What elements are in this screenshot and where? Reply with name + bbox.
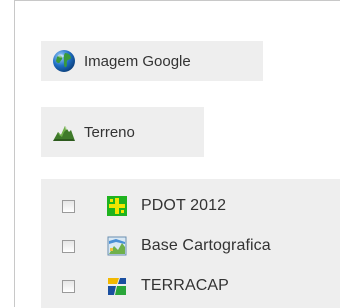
base-layer-google-label: Imagem Google [84, 52, 191, 70]
base-layer-terreno-label: Terreno [84, 123, 135, 141]
layer-base-cartografica-label: Base Cartografica [141, 237, 271, 254]
cartographic-base-icon [106, 235, 128, 257]
pdot-map-icon [106, 195, 128, 217]
layer-panel: Imagem Google Terreno PDOT 2012 Base Car… [14, 0, 340, 308]
base-layer-terreno-button[interactable]: Terreno [41, 107, 204, 157]
layer-pdot-checkbox[interactable] [62, 199, 75, 213]
base-layer-google-button[interactable]: Imagem Google [41, 41, 263, 81]
layer-row-terracap: TERRACAP [41, 271, 340, 301]
layer-pdot-label: PDOT 2012 [141, 197, 227, 214]
layer-base-cartografica-checkbox[interactable] [62, 239, 75, 253]
globe-icon [51, 48, 77, 74]
terracap-logo-icon [106, 275, 128, 297]
terrain-icon [51, 119, 77, 145]
layer-row-pdot: PDOT 2012 [41, 191, 340, 221]
layer-terracap-checkbox[interactable] [62, 279, 75, 293]
overlay-layer-list: PDOT 2012 Base Cartografica TERRACAP [41, 179, 340, 308]
layer-terracap-label: TERRACAP [141, 277, 229, 294]
layer-row-base-cartografica: Base Cartografica [41, 231, 340, 261]
